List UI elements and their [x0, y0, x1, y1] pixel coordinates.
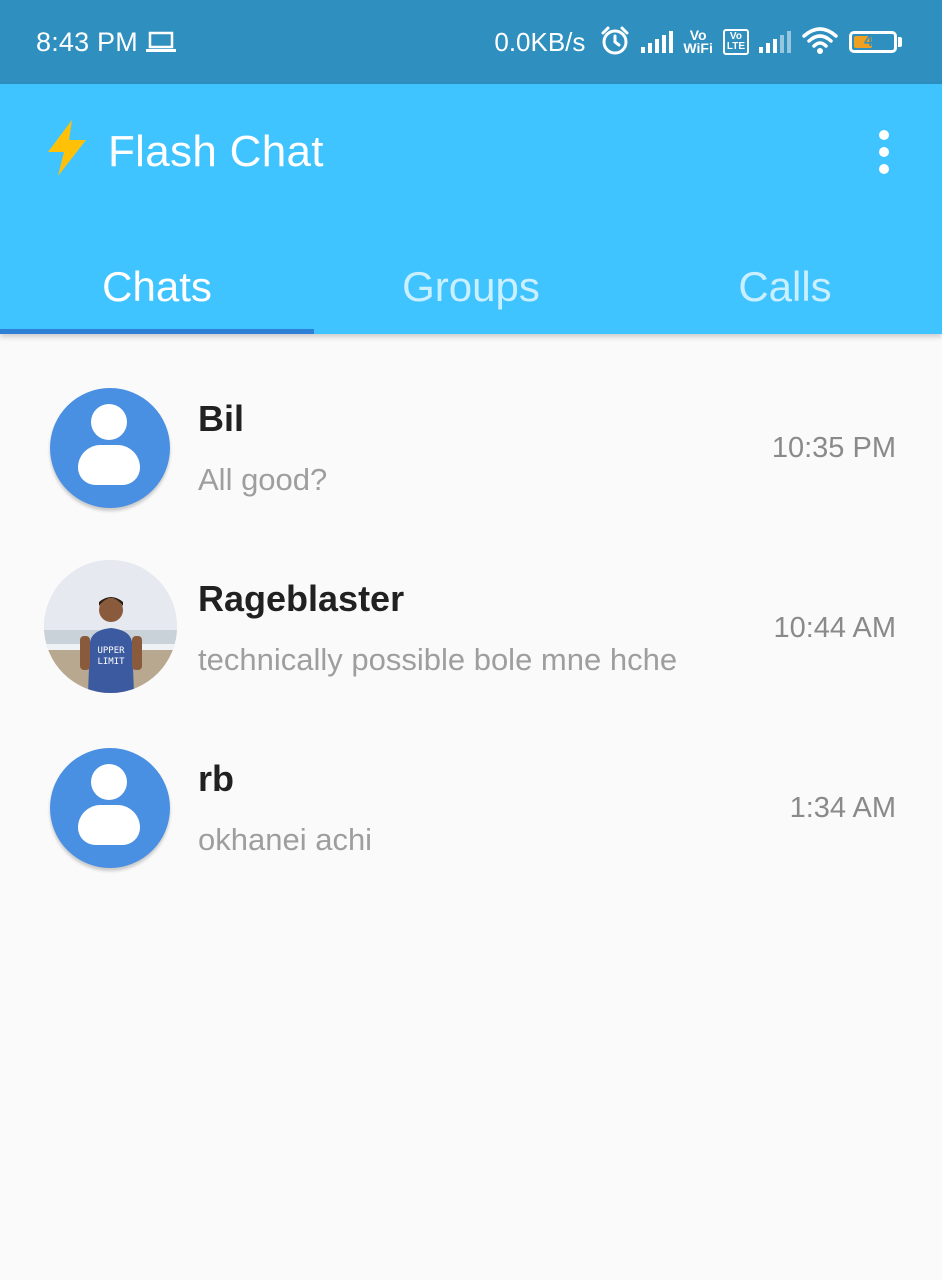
chat-last-message: technically possible bole mne hche	[198, 642, 678, 677]
chat-item-rageblaster[interactable]: UPPER LIMIT Rageblaster technically poss…	[0, 520, 942, 693]
laptop-icon	[145, 31, 176, 53]
avatar-body	[78, 445, 140, 485]
more-vertical-icon[interactable]	[872, 130, 896, 174]
status-icons: 0.0KB/s Vo WiFi Vo LTE 47	[494, 24, 902, 61]
wifi-icon	[801, 25, 839, 60]
signal-icon-2	[759, 31, 791, 53]
battery-level: 47	[864, 33, 882, 50]
avatar-head	[91, 404, 127, 440]
alarm-icon	[599, 24, 631, 61]
chat-name: Bil	[198, 398, 245, 439]
volte-icon: Vo LTE	[722, 29, 749, 55]
network-speed: 0.0KB/s	[494, 26, 586, 57]
vowifi-bottom: WiFi	[683, 40, 713, 56]
status-bar: 8:43 PM 0.0KB/s Vo WiFi Vo LTE 47	[0, 0, 942, 84]
volte-bottom: LTE	[726, 41, 745, 52]
default-avatar-icon	[50, 748, 170, 868]
chat-item-rb[interactable]: rb okhanei achi 1:34 AM	[0, 700, 942, 868]
signal-icon	[641, 31, 674, 53]
chat-item-bil[interactable]: Bil All good? 10:35 PM	[0, 340, 942, 508]
battery-cap	[898, 37, 902, 47]
chat-time: 10:44 AM	[773, 612, 896, 644]
chat-last-message: okhanei achi	[198, 822, 373, 857]
chat-name: rb	[198, 758, 234, 799]
chat-time: 1:34 AM	[789, 792, 896, 824]
tab-chats[interactable]: Chats	[0, 240, 314, 334]
tab-indicator	[0, 329, 314, 334]
menu-dot	[879, 164, 889, 174]
default-avatar-icon	[50, 388, 170, 508]
status-time: 8:43 PM	[36, 26, 138, 57]
menu-dot	[879, 130, 889, 140]
app-title: Flash Chat	[108, 127, 324, 176]
avatar-head	[91, 764, 127, 800]
shirt-text-2: LIMIT	[97, 657, 125, 667]
tab-calls[interactable]: Calls	[628, 240, 942, 334]
battery-body: 47	[849, 31, 897, 53]
profile-photo: UPPER LIMIT	[44, 560, 177, 693]
title-row: Flash Chat	[44, 119, 324, 185]
chat-last-message: All good?	[198, 462, 328, 497]
chat-name: Rageblaster	[198, 578, 405, 619]
tab-groups[interactable]: Groups	[314, 240, 628, 334]
menu-dot	[879, 147, 889, 157]
tab-bar: Chats Groups Calls	[0, 240, 942, 334]
chat-time: 10:35 PM	[771, 432, 896, 464]
lightning-bolt-icon	[44, 119, 90, 185]
vowifi-icon: Vo WiFi	[683, 28, 713, 56]
avatar-body	[78, 805, 140, 845]
app-bar: Flash Chat Chats Groups Calls	[0, 84, 942, 334]
shirt-text-1: UPPER	[97, 646, 125, 656]
battery-icon: 47	[849, 31, 902, 53]
